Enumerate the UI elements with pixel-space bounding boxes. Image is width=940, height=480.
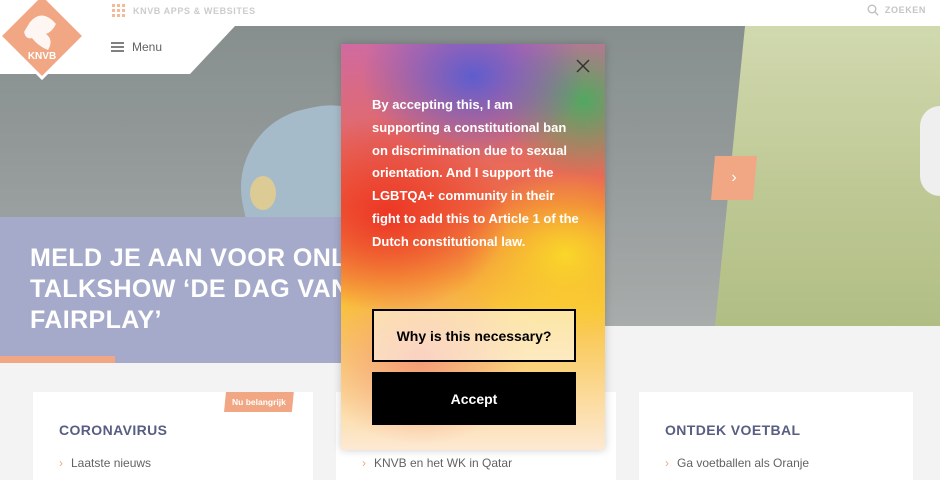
why-necessary-button[interactable]: Why is this necessary? — [372, 309, 576, 362]
popup-message: By accepting this, I am supporting a con… — [372, 97, 579, 249]
close-icon[interactable] — [575, 58, 591, 74]
accept-button[interactable]: Accept — [372, 372, 576, 425]
consent-popup: By accepting this, I am supporting a con… — [341, 44, 605, 450]
